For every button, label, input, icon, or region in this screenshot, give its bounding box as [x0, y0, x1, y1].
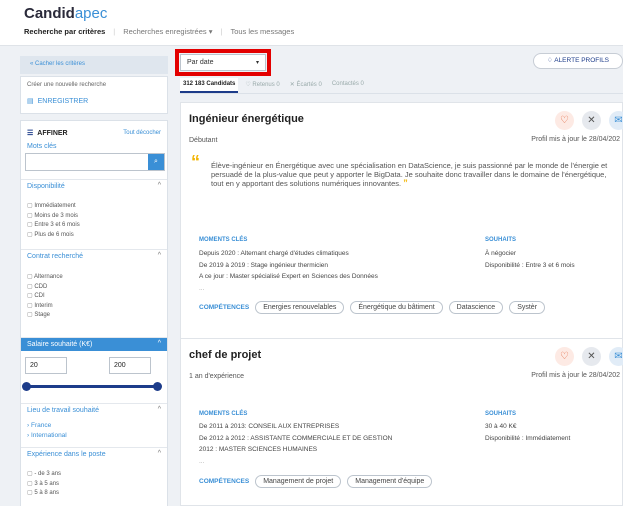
heart-icon[interactable]: ♡ — [555, 111, 574, 130]
skill-chip[interactable]: Énergétique du bâtiment — [350, 301, 443, 314]
nav-search-criteria[interactable]: Recherche par critères — [24, 27, 105, 36]
card-actions: ♡ ✕ ✉ — [555, 347, 623, 366]
nav-saved-searches[interactable]: Recherches enregistrées ▾ — [123, 27, 212, 36]
updated-date: Profil mis à jour le 28/04/202 — [531, 136, 620, 143]
candidate-title[interactable]: chef de projet — [189, 349, 261, 361]
quote-close-icon: ” — [403, 178, 408, 188]
results-main: Par date ▾ ♢ ALERTE PROFILS 312 183 Candi… — [172, 49, 623, 506]
checkbox-less-3-months[interactable]: Moins de 3 mois — [27, 212, 80, 222]
tab-candidates[interactable]: 312 183 Candidats — [180, 78, 239, 93]
chevron-up-icon: ^ — [157, 182, 161, 189]
section-salary[interactable]: Salaire souhaité (K€) ^ — [21, 337, 167, 351]
logo[interactable]: Candidapec — [24, 5, 107, 22]
link-international[interactable]: › International — [27, 431, 67, 441]
wishes-list: 30 à 40 K€ Disponibilité : Immédiatement — [485, 423, 571, 442]
heart-icon[interactable]: ♡ — [555, 347, 574, 366]
updated-date: Profil mis à jour le 28/04/202 — [531, 372, 620, 379]
skill-chip[interactable]: Management de projet — [255, 475, 342, 488]
filters-panel: ☰ AFFINER Tout décocher Mots clés ⌕ Disp… — [20, 120, 168, 506]
candidate-summary: “Élève-ingénieur en Énergétique avec une… — [191, 152, 608, 188]
top-bar: Candidapec Recherche par critères | Rech… — [0, 0, 623, 46]
candidate-title[interactable]: Ingénieur énergétique — [189, 113, 304, 125]
salary-max-input[interactable]: 200 — [109, 357, 151, 374]
wishes-title: SOUHAITS — [485, 411, 517, 417]
keywords-label: Mots clés — [27, 143, 57, 150]
close-icon[interactable]: ✕ — [582, 111, 601, 130]
checkbox-more-6-months[interactable]: Plus de 6 mois — [27, 231, 80, 241]
checkbox-stage[interactable]: Stage — [27, 311, 63, 321]
wishes-list: À négocier Disponibilité : Entre 3 et 6 … — [485, 250, 575, 269]
experience-options: - de 3 ans 3 à 5 ans 5 à 8 ans — [27, 470, 61, 499]
chevron-up-icon: ^ — [157, 252, 161, 259]
section-availability[interactable]: Disponibilité ^ — [21, 179, 167, 193]
clear-all-link[interactable]: Tout décocher — [123, 130, 161, 136]
skill-chip[interactable]: Energies renouvelables — [255, 301, 345, 314]
checkbox-interim[interactable]: Interim — [27, 302, 63, 312]
checkbox-5-8-years[interactable]: 5 à 8 ans — [27, 489, 61, 499]
chevron-up-icon: ^ — [157, 406, 161, 413]
chevron-up-icon: ^ — [157, 340, 161, 347]
highlight-frame — [175, 49, 271, 76]
nav-all-messages[interactable]: Tous les messages — [230, 27, 294, 36]
section-experience[interactable]: Expérience dans le poste ^ — [21, 447, 167, 461]
checkbox-3-5-years[interactable]: 3 à 5 ans — [27, 480, 61, 490]
checkbox-cdd[interactable]: CDD — [27, 283, 63, 293]
key-moments-list: Depuis 2020 : Alternant chargé d'études … — [199, 250, 378, 292]
location-links: › France › International — [27, 421, 67, 441]
skill-chip[interactable]: Datascience — [448, 301, 504, 314]
save-icon: ▤ — [27, 98, 34, 105]
sidebar: « Cacher les critères Créer une nouvelle… — [20, 56, 168, 506]
results-tabs: 312 183 Candidats ♡ Retenus 0 ✕ Écartés … — [180, 78, 623, 94]
search-icon[interactable]: ⌕ — [148, 154, 164, 170]
slider-max-handle[interactable] — [153, 382, 162, 391]
checkbox-less-3-years[interactable]: - de 3 ans — [27, 470, 61, 480]
section-location[interactable]: Lieu de travail souhaité ^ — [21, 403, 167, 417]
key-moments-list: De 2011 à 2013: CONSEIL AUX ENTREPRISES … — [199, 423, 393, 465]
key-moments-title: MOMENTS CLÉS — [199, 411, 248, 417]
checkbox-alternance[interactable]: Alternance — [27, 273, 63, 283]
sliders-icon: ☰ — [27, 130, 34, 137]
mail-icon[interactable]: ✉ — [609, 347, 623, 366]
experience-level: Débutant — [189, 137, 218, 144]
skills-row: COMPÉTENCES Management de projet Managem… — [199, 475, 433, 488]
link-france[interactable]: › France — [27, 421, 67, 431]
checkbox-3-6-months[interactable]: Entre 3 et 6 mois — [27, 221, 79, 231]
contract-options: Alternance CDD CDI Interim Stage — [27, 273, 63, 321]
checkbox-immediate[interactable]: Immédiatement — [27, 202, 80, 212]
keywords-input[interactable]: ⌕ — [25, 153, 165, 171]
candidate-card[interactable]: chef de projet ♡ ✕ ✉ 1 an d'expérience P… — [180, 338, 623, 506]
salary-min-input[interactable]: 20 — [25, 357, 67, 374]
salary-slider[interactable] — [22, 382, 162, 391]
wishes-title: SOUHAITS — [485, 237, 517, 243]
skills-row: COMPÉTENCES Energies renouvelables Énerg… — [199, 301, 546, 314]
checkbox-cdi[interactable]: CDI — [27, 292, 63, 302]
section-contract[interactable]: Contrat recherché ^ — [21, 249, 167, 263]
experience-level: 1 an d'expérience — [189, 373, 245, 380]
bell-icon: ♢ — [546, 57, 553, 64]
close-icon[interactable]: ✕ — [582, 347, 601, 366]
hide-criteria-link[interactable]: « Cacher les critères — [20, 56, 168, 74]
availability-options: Immédiatement Moins de 3 mois Entre 3 et… — [27, 202, 80, 241]
key-moments-title: MOMENTS CLÉS — [199, 237, 248, 243]
new-search-link[interactable]: Créer une nouvelle recherche — [27, 82, 106, 88]
tab-contacted[interactable]: Contactés 0 — [329, 78, 367, 93]
refine-header: ☰ AFFINER — [27, 129, 68, 138]
top-nav: Recherche par critères | Recherches enre… — [24, 27, 295, 36]
slider-min-handle[interactable] — [22, 382, 31, 391]
save-button[interactable]: ▤ ENREGISTRER — [27, 97, 88, 106]
save-search-box: Créer une nouvelle recherche ▤ ENREGISTR… — [20, 76, 168, 114]
alert-profiles-button[interactable]: ♢ ALERTE PROFILS — [533, 53, 623, 69]
skill-chip[interactable]: Systèr — [509, 301, 546, 314]
chevron-up-icon: ^ — [157, 450, 161, 457]
quote-open-icon: “ — [191, 152, 200, 172]
tab-retained[interactable]: ♡ Retenus 0 — [242, 78, 282, 93]
skill-chip[interactable]: Management d'équipe — [347, 475, 433, 488]
card-actions: ♡ ✕ ✉ — [555, 111, 623, 130]
mail-icon[interactable]: ✉ — [609, 111, 623, 130]
tab-discarded[interactable]: ✕ Écartés 0 — [287, 78, 325, 93]
